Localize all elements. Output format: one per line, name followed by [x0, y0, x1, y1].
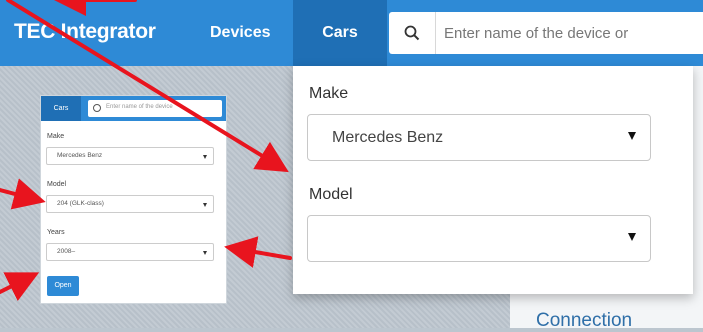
inset-make-select[interactable]: Mercedes Benz — [46, 147, 214, 165]
inset-years-label: Years — [47, 229, 65, 236]
make-select-value: Mercedes Benz — [332, 129, 444, 146]
cars-dropdown-panel: Make Mercedes Benz Model — [293, 66, 693, 294]
search-icon — [404, 25, 420, 41]
inset-model-value: 204 (GLK-class) — [57, 200, 104, 207]
caret-down-icon — [203, 251, 207, 255]
inset-screenshot: Cars Enter name of the device Make Merce… — [40, 95, 227, 304]
search-icon-button[interactable] — [389, 12, 436, 54]
nav-cars[interactable]: Cars — [293, 0, 387, 66]
inset-search-placeholder: Enter name of the device — [106, 104, 173, 110]
inset-make-value: Mercedes Benz — [57, 152, 103, 159]
inset-search-icon — [93, 104, 101, 112]
caret-down-icon — [628, 233, 636, 241]
caret-down-icon — [203, 155, 207, 159]
make-select[interactable]: Mercedes Benz — [307, 114, 651, 161]
model-label: Model — [309, 186, 353, 203]
brand-logo[interactable]: TEC Integrator — [14, 20, 156, 44]
search-box[interactable] — [389, 12, 703, 54]
background-connection-heading: Connection — [536, 310, 633, 331]
search-input[interactable] — [444, 12, 703, 54]
nav-devices[interactable]: Devices — [210, 0, 271, 66]
make-label: Make — [309, 85, 349, 102]
top-navbar: TEC Integrator Devices Cars — [0, 0, 703, 66]
inset-model-label: Model — [47, 181, 67, 188]
inset-open-button[interactable]: Open — [47, 276, 79, 296]
inset-years-select[interactable]: 2008– — [46, 243, 214, 261]
inset-tab-cars[interactable]: Cars — [41, 96, 81, 121]
inset-search-box[interactable]: Enter name of the device — [88, 100, 222, 117]
inset-years-value: 2008– — [57, 248, 76, 255]
model-select[interactable] — [307, 215, 651, 262]
inset-model-select[interactable]: 204 (GLK-class) — [46, 195, 214, 213]
caret-down-icon — [203, 203, 207, 207]
caret-down-icon — [628, 132, 636, 140]
inset-make-label: Make — [47, 133, 65, 140]
